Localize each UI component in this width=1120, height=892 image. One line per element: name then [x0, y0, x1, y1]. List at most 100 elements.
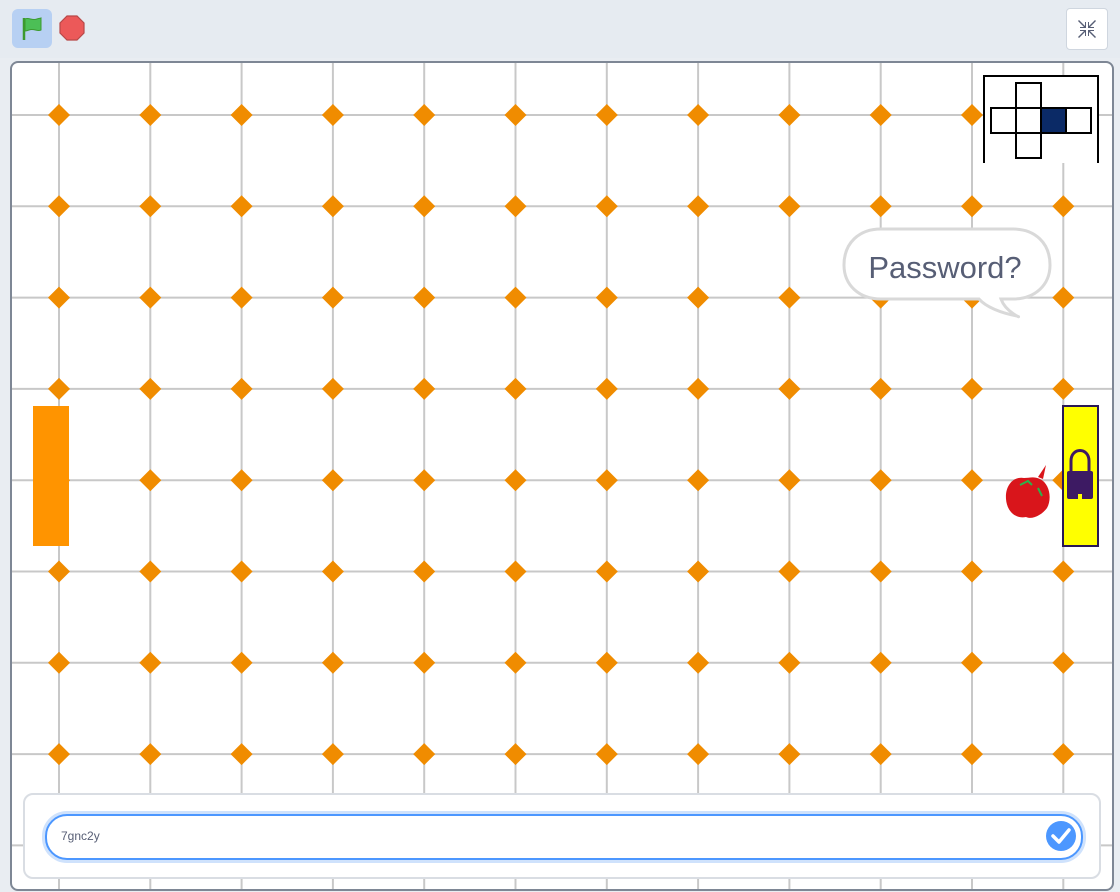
orange-dot	[321, 560, 344, 583]
green-flag-button[interactable]	[12, 9, 52, 48]
stage[interactable]	[10, 61, 1114, 891]
orange-dot	[321, 469, 344, 492]
check-icon[interactable]	[1045, 820, 1077, 852]
orange-dot	[778, 195, 801, 218]
minimap-current-room	[1040, 107, 1067, 134]
orange-dot	[321, 743, 344, 766]
speech-bubble-text: Password?	[868, 250, 1022, 285]
orange-dot	[778, 286, 801, 309]
minimap-room	[1015, 132, 1042, 159]
orange-dot	[687, 560, 710, 583]
orange-dot	[778, 560, 801, 583]
orange-dot	[413, 743, 436, 766]
orange-dot	[504, 377, 527, 400]
answer-field-wrapper	[45, 814, 1083, 860]
orange-dot	[961, 651, 983, 674]
orange-dot	[778, 104, 801, 126]
orange-dot	[687, 104, 710, 126]
orange-dot	[504, 743, 527, 766]
orange-dot	[504, 651, 527, 674]
orange-dot	[595, 651, 618, 674]
stage-toolbar	[0, 0, 1120, 58]
orange-dot	[778, 743, 801, 766]
orange-dot	[687, 651, 710, 674]
orange-dot	[230, 560, 253, 583]
exit-fullscreen-button[interactable]	[1066, 8, 1108, 50]
orange-dot	[687, 286, 710, 309]
orange-dot	[230, 377, 253, 400]
grid-dots	[48, 104, 1075, 766]
orange-dot	[504, 469, 527, 492]
stop-button[interactable]	[56, 12, 88, 44]
orange-dot	[961, 469, 983, 492]
orange-dot	[687, 195, 710, 218]
orange-dot	[139, 469, 162, 492]
orange-dot	[961, 195, 983, 218]
orange-dot	[1052, 743, 1075, 766]
stage-canvas	[12, 63, 1112, 889]
orange-dot	[321, 104, 344, 126]
orange-dot	[321, 195, 344, 218]
orange-dot	[413, 560, 436, 583]
orange-dot	[961, 560, 983, 583]
orange-dot	[230, 195, 253, 218]
orange-dot	[1052, 286, 1075, 309]
ask-prompt-box	[23, 793, 1101, 879]
orange-dot	[869, 651, 892, 674]
orange-dot	[687, 743, 710, 766]
orange-dot	[139, 104, 162, 126]
orange-dot	[139, 743, 162, 766]
answer-input[interactable]	[61, 822, 1021, 850]
shrink-screen-icon	[1078, 20, 1096, 38]
orange-dot	[961, 377, 983, 400]
orange-dot	[504, 195, 527, 218]
orange-dot	[230, 743, 253, 766]
orange-dot	[230, 469, 253, 492]
left-door	[33, 406, 69, 546]
orange-dot	[1052, 651, 1075, 674]
orange-dot	[595, 195, 618, 218]
orange-dot	[413, 104, 436, 126]
orange-dot	[230, 286, 253, 309]
orange-dot	[48, 104, 70, 126]
orange-dot	[504, 286, 527, 309]
orange-dot	[595, 560, 618, 583]
orange-dot	[961, 104, 983, 126]
orange-dot	[48, 195, 70, 218]
orange-dot	[413, 195, 436, 218]
orange-dot	[139, 286, 162, 309]
orange-dot	[139, 195, 162, 218]
minimap	[983, 75, 1099, 163]
orange-dot	[961, 743, 983, 766]
orange-dot	[230, 651, 253, 674]
orange-dot	[595, 104, 618, 126]
orange-dot	[139, 560, 162, 583]
orange-dot	[413, 286, 436, 309]
player-apple-sprite[interactable]	[1005, 465, 1050, 518]
orange-dot	[778, 651, 801, 674]
orange-dot	[595, 743, 618, 766]
orange-dot	[687, 469, 710, 492]
grid-lines	[12, 63, 1112, 889]
orange-dot	[1052, 560, 1075, 583]
orange-dot	[230, 104, 253, 126]
orange-dot	[1052, 377, 1075, 400]
orange-dot	[413, 651, 436, 674]
orange-dot	[139, 377, 162, 400]
orange-dot	[778, 377, 801, 400]
orange-dot	[778, 469, 801, 492]
orange-dot	[869, 104, 892, 126]
orange-dot	[48, 743, 70, 766]
orange-dot	[869, 195, 892, 218]
orange-dot	[321, 651, 344, 674]
stop-sign-icon	[59, 15, 85, 41]
minimap-room	[990, 107, 1017, 134]
orange-dot	[48, 560, 70, 583]
orange-dot	[687, 377, 710, 400]
orange-dot	[48, 651, 70, 674]
orange-dot	[321, 286, 344, 309]
orange-dot	[321, 377, 344, 400]
orange-dot	[595, 286, 618, 309]
orange-dot	[413, 377, 436, 400]
orange-dot	[869, 743, 892, 766]
